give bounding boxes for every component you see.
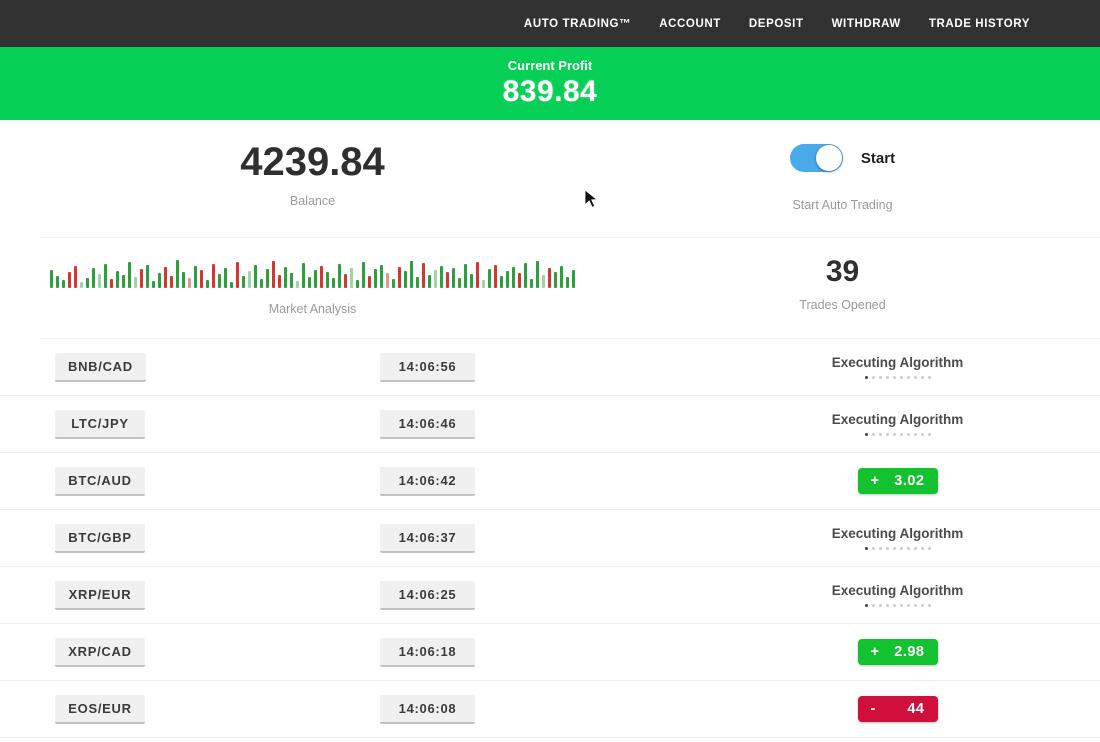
- trade-row: EOS/EUR 14:06:08 -44: [0, 681, 1100, 738]
- nav-account[interactable]: ACCOUNT: [659, 18, 721, 30]
- market-analysis-label: Market Analysis: [40, 302, 585, 316]
- pair-badge[interactable]: XRP/EUR: [55, 581, 145, 610]
- time-badge: 14:06:37: [380, 524, 475, 553]
- trade-row: XRP/CAD 14:06:18 +2.98: [0, 624, 1100, 681]
- trade-status: -44: [810, 681, 985, 737]
- stats-row-market: Market Analysis 39 Trades Opened: [0, 238, 1100, 338]
- loss-badge: -44: [858, 696, 938, 722]
- trade-row: LTC/JPY 14:06:46 Executing Algorithm: [0, 396, 1100, 453]
- trade-row: BNB/CAD 14:06:56 Executing Algorithm: [0, 339, 1100, 396]
- stats-row-balance: 4239.84 Balance Start Start Auto Trading: [0, 120, 1100, 237]
- trades-opened-label: Trades Opened: [585, 298, 1100, 312]
- top-nav: AUTO TRADING™ ACCOUNT DEPOSIT WITHDRAW T…: [0, 0, 1100, 47]
- pair-badge[interactable]: BTC/GBP: [55, 524, 145, 553]
- trade-status: +3.02: [810, 453, 985, 509]
- trade-row: BTC/AUD 14:06:42 +3.02: [0, 453, 1100, 510]
- current-profit-banner: Current Profit 839.84: [0, 47, 1100, 120]
- executing-label: Executing Algorithm: [832, 355, 964, 370]
- executing-dots: [865, 376, 931, 379]
- trade-status: Executing Algorithm: [810, 396, 985, 452]
- profit-badge: +2.98: [858, 639, 938, 665]
- pair-badge[interactable]: BNB/CAD: [55, 353, 146, 382]
- trade-status: Executing Algorithm: [810, 567, 985, 623]
- nav-withdraw[interactable]: WITHDRAW: [832, 18, 901, 30]
- time-badge: 14:06:56: [380, 353, 475, 382]
- pair-badge[interactable]: BTC/AUD: [55, 467, 145, 496]
- executing-dots: [865, 433, 931, 436]
- trade-status: Executing Algorithm: [810, 510, 985, 566]
- executing-dots: [865, 547, 931, 550]
- trade-status: +2.98: [810, 624, 985, 680]
- nav-trade-history[interactable]: TRADE HISTORY: [929, 18, 1030, 30]
- pair-badge[interactable]: LTC/JPY: [55, 410, 145, 439]
- trades-opened-value: 39: [585, 255, 1100, 289]
- balance-label: Balance: [40, 194, 585, 208]
- trade-row: XRP/EUR 14:06:25 Executing Algorithm: [0, 567, 1100, 624]
- trades-opened-block: 39 Trades Opened: [585, 238, 1100, 338]
- balance-value: 4239.84: [40, 140, 585, 185]
- market-analysis-chart: [50, 256, 575, 288]
- trades-list: BNB/CAD 14:06:56 Executing Algorithm LTC…: [0, 339, 1100, 738]
- executing-label: Executing Algorithm: [832, 412, 964, 427]
- pair-badge[interactable]: XRP/CAD: [55, 638, 145, 667]
- executing-label: Executing Algorithm: [832, 583, 964, 598]
- time-badge: 14:06:08: [380, 695, 475, 724]
- auto-trading-label: Start Auto Trading: [585, 198, 1100, 212]
- auto-trading-block: Start Start Auto Trading: [585, 120, 1100, 237]
- nav-auto-trading[interactable]: AUTO TRADING™: [524, 18, 631, 30]
- toggle-label: Start: [861, 150, 895, 167]
- current-profit-value: 839.84: [503, 75, 598, 109]
- executing-label: Executing Algorithm: [832, 526, 964, 541]
- toggle-knob: [816, 145, 842, 171]
- pair-badge[interactable]: EOS/EUR: [55, 695, 145, 724]
- balance-block: 4239.84 Balance: [40, 120, 585, 237]
- profit-badge: +3.02: [858, 468, 938, 494]
- trade-row: BTC/GBP 14:06:37 Executing Algorithm: [0, 510, 1100, 567]
- time-badge: 14:06:25: [380, 581, 475, 610]
- time-badge: 14:06:42: [380, 467, 475, 496]
- nav-deposit[interactable]: DEPOSIT: [749, 18, 804, 30]
- time-badge: 14:06:46: [380, 410, 475, 439]
- market-analysis-block: Market Analysis: [40, 238, 585, 338]
- current-profit-label: Current Profit: [508, 58, 593, 73]
- auto-trading-toggle[interactable]: [790, 144, 843, 172]
- time-badge: 14:06:18: [380, 638, 475, 667]
- executing-dots: [865, 604, 931, 607]
- trade-status: Executing Algorithm: [810, 339, 985, 395]
